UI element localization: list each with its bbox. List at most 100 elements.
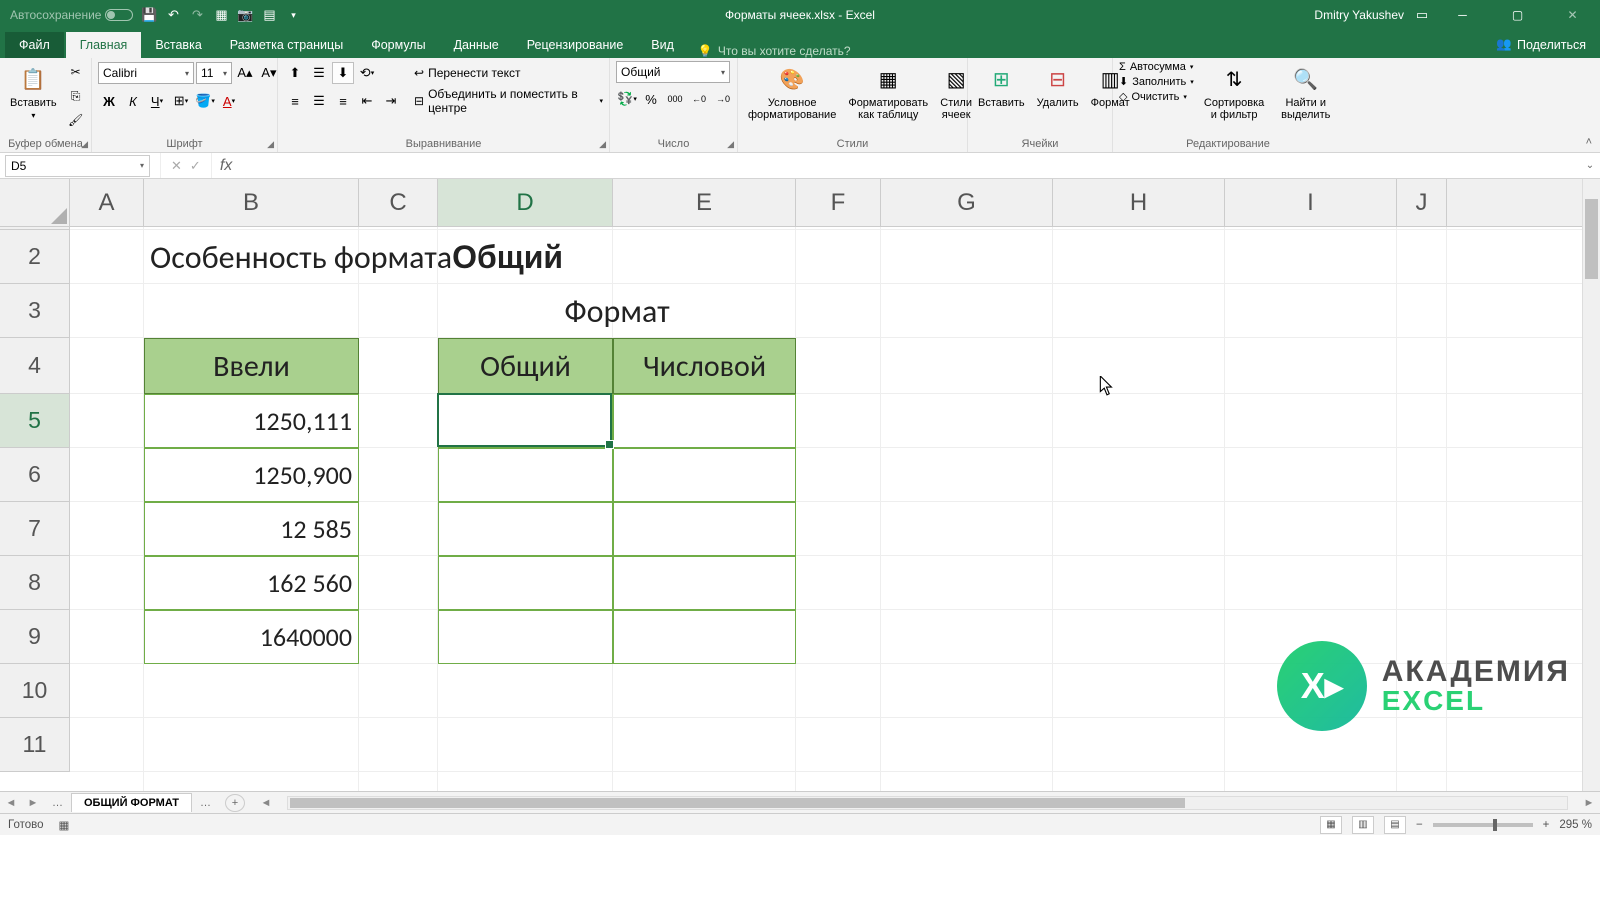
fill-color-button[interactable]: 🪣▾ xyxy=(194,90,216,112)
fx-icon[interactable]: fx xyxy=(212,157,240,175)
alignment-launcher[interactable]: ◢ xyxy=(599,139,606,150)
header-d[interactable]: Общий xyxy=(438,338,613,394)
hscroll-left[interactable]: ◄ xyxy=(255,797,277,809)
copy-icon[interactable]: ⎘ xyxy=(65,85,87,107)
row-header-8[interactable]: 8 xyxy=(0,556,69,610)
col-header-G[interactable]: G xyxy=(881,179,1053,226)
row-headers[interactable]: 234567891011 xyxy=(0,227,70,772)
close-button[interactable]: ✕ xyxy=(1550,0,1595,30)
comma-icon[interactable]: 000 xyxy=(664,88,686,110)
insert-cells-button[interactable]: ⊞Вставить xyxy=(974,61,1029,111)
format-as-table-button[interactable]: ▦Форматировать как таблицу xyxy=(844,61,932,123)
zoom-slider[interactable] xyxy=(1433,823,1533,827)
header-b[interactable]: Ввели xyxy=(144,338,359,394)
cell-B5[interactable]: 1250,111 xyxy=(144,394,359,448)
qat-icon-3[interactable]: ▤ xyxy=(261,7,277,23)
col-header-F[interactable]: F xyxy=(796,179,881,226)
row-header-10[interactable]: 10 xyxy=(0,664,69,718)
share-button[interactable]: 👥Поделиться xyxy=(1482,31,1600,58)
title-cell[interactable]: Особенность формата Общий xyxy=(144,230,359,284)
cell-D6[interactable] xyxy=(438,448,613,502)
qat-more-icon[interactable]: ▾ xyxy=(285,7,301,23)
cell-E8[interactable] xyxy=(613,556,796,610)
cell-D9[interactable] xyxy=(438,610,613,664)
macro-record-icon[interactable]: ▦ xyxy=(59,818,70,832)
tab-formulas[interactable]: Формулы xyxy=(357,32,439,58)
cell-E6[interactable] xyxy=(613,448,796,502)
sheet-tab-active[interactable]: ОБЩИЙ ФОРМАТ xyxy=(71,793,192,812)
row-header-3[interactable]: 3 xyxy=(0,284,69,338)
cell-E5[interactable] xyxy=(613,394,796,448)
decrease-font-icon[interactable]: A▾ xyxy=(258,62,280,84)
clipboard-launcher[interactable]: ◢ xyxy=(81,139,88,150)
formula-input[interactable] xyxy=(240,155,1580,177)
hscroll-right[interactable]: ► xyxy=(1578,797,1600,809)
conditional-formatting-button[interactable]: 🎨Условное форматирование xyxy=(744,61,840,123)
tab-data[interactable]: Данные xyxy=(440,32,513,58)
zoom-in-button[interactable]: + xyxy=(1543,819,1550,831)
row-header-5[interactable]: 5 xyxy=(0,394,69,448)
name-box[interactable]: D5▾ xyxy=(5,155,150,177)
delete-cells-button[interactable]: ⊟Удалить xyxy=(1033,61,1083,111)
format-header-cell[interactable]: Формат xyxy=(438,284,796,338)
redo-icon[interactable]: ↷ xyxy=(189,7,205,23)
sort-filter-button[interactable]: ⇅Сортировка и фильтр xyxy=(1198,61,1271,123)
currency-icon[interactable]: 💱▾ xyxy=(616,88,638,110)
cell-E9[interactable] xyxy=(613,610,796,664)
align-top-icon[interactable]: ⬆ xyxy=(284,62,306,84)
cell-E7[interactable] xyxy=(613,502,796,556)
merge-center-button[interactable]: ⊟Объединить и поместить в центре▾ xyxy=(414,89,603,113)
autosave-toggle[interactable]: Автосохранение xyxy=(10,8,133,22)
row-header-7[interactable]: 7 xyxy=(0,502,69,556)
col-header-I[interactable]: I xyxy=(1225,179,1397,226)
cell-D7[interactable] xyxy=(438,502,613,556)
cell-D5[interactable] xyxy=(438,394,613,448)
find-select-button[interactable]: 🔍Найти и выделить xyxy=(1274,61,1337,123)
clear-button[interactable]: ◇Очистить▾ xyxy=(1119,90,1194,103)
sheet-more-button[interactable]: … xyxy=(192,797,219,809)
fill-button[interactable]: ⬇Заполнить▾ xyxy=(1119,75,1194,88)
align-left-icon[interactable]: ≡ xyxy=(284,90,306,112)
row-header-11[interactable]: 11 xyxy=(0,718,69,772)
cell-D8[interactable] xyxy=(438,556,613,610)
underline-button[interactable]: Ч▾ xyxy=(146,90,168,112)
paste-button[interactable]: 📋 Вставить▾ xyxy=(6,61,61,122)
font-launcher[interactable]: ◢ xyxy=(267,139,274,150)
borders-button[interactable]: ⊞▾ xyxy=(170,90,192,112)
increase-font-icon[interactable]: A▴ xyxy=(234,62,256,84)
format-painter-icon[interactable]: 🖌 xyxy=(65,109,87,131)
view-page-layout-button[interactable]: ▥ xyxy=(1352,816,1374,834)
tab-file[interactable]: Файл xyxy=(5,32,64,58)
tab-view[interactable]: Вид xyxy=(637,32,688,58)
tab-insert[interactable]: Вставка xyxy=(141,32,215,58)
tell-me-search[interactable]: 💡Что вы хотите сделать? xyxy=(688,44,861,58)
percent-icon[interactable]: % xyxy=(640,88,662,110)
col-header-H[interactable]: H xyxy=(1053,179,1225,226)
sheet-nav-next[interactable]: ► xyxy=(22,797,44,809)
col-header-B[interactable]: B xyxy=(144,179,359,226)
col-header-D[interactable]: D xyxy=(438,179,613,226)
bold-button[interactable]: Ж xyxy=(98,90,120,112)
font-size-combo[interactable]: 11▾ xyxy=(196,62,232,84)
increase-decimal-icon[interactable]: ←0 xyxy=(688,88,710,110)
minimize-button[interactable]: ─ xyxy=(1440,0,1485,30)
cut-icon[interactable]: ✂ xyxy=(65,61,87,83)
font-color-button[interactable]: A▾ xyxy=(218,90,240,112)
decrease-indent-icon[interactable]: ⇤ xyxy=(356,90,378,112)
ribbon-options-icon[interactable]: ▭ xyxy=(1414,7,1430,23)
maximize-button[interactable]: ▢ xyxy=(1495,0,1540,30)
view-page-break-button[interactable]: ▤ xyxy=(1384,816,1406,834)
cell-B6[interactable]: 1250,900 xyxy=(144,448,359,502)
row-header-2[interactable]: 2 xyxy=(0,230,69,284)
align-right-icon[interactable]: ≡ xyxy=(332,90,354,112)
qat-icon-2[interactable]: 📷 xyxy=(237,7,253,23)
italic-button[interactable]: К xyxy=(122,90,144,112)
align-center-icon[interactable]: ☰ xyxy=(308,90,330,112)
align-bottom-icon[interactable]: ⬇ xyxy=(332,62,354,84)
orientation-icon[interactable]: ⟲▾ xyxy=(356,62,378,84)
vertical-scrollbar[interactable] xyxy=(1582,179,1600,791)
collapse-ribbon-icon[interactable]: ˄ xyxy=(1586,136,1592,148)
cell-B8[interactable]: 162 560 xyxy=(144,556,359,610)
enter-formula-icon[interactable]: ✓ xyxy=(190,158,201,174)
align-middle-icon[interactable]: ☰ xyxy=(308,62,330,84)
